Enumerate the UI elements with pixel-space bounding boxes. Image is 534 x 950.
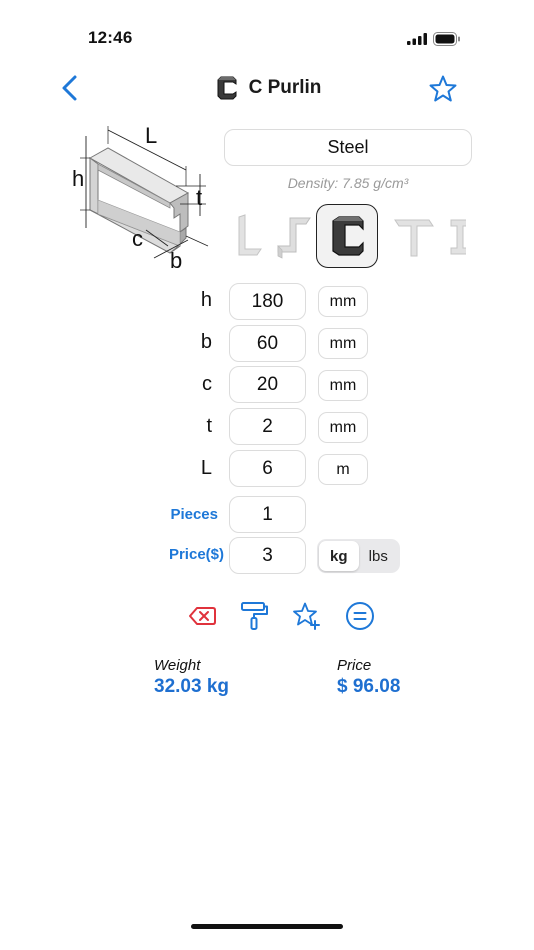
equals-icon <box>346 602 374 630</box>
diagram-label-t: t <box>196 185 202 210</box>
diagram-label-b: b <box>170 248 182 273</box>
price-input[interactable]: 3 <box>229 537 306 574</box>
i-beam-profile-icon <box>450 219 466 255</box>
weight-unit-kg[interactable]: kg <box>319 541 359 571</box>
angle-profile-icon <box>238 214 262 256</box>
input-b[interactable]: 60 <box>229 325 306 362</box>
diagram-label-h: h <box>72 166 84 191</box>
weight-unit-toggle[interactable]: kg lbs <box>317 539 400 573</box>
profile-z-purlin[interactable] <box>262 204 324 268</box>
clear-icon <box>189 607 216 625</box>
label-l: L <box>200 457 212 479</box>
purlin-dimension-diagram: L h t c b <box>72 123 209 273</box>
price-result-label: Price <box>337 657 372 674</box>
input-l[interactable]: 6 <box>229 450 306 487</box>
material-selector[interactable]: Steel <box>224 129 472 166</box>
input-h[interactable]: 180 <box>229 283 306 320</box>
label-c: c <box>202 373 212 395</box>
input-t[interactable]: 2 <box>229 408 306 445</box>
input-c[interactable]: 20 <box>229 366 306 403</box>
star-outline-icon <box>429 75 457 102</box>
pieces-input[interactable]: 1 <box>229 496 306 533</box>
weight-unit-lbs[interactable]: lbs <box>359 541 399 571</box>
profile-i-beam[interactable] <box>434 204 466 268</box>
label-h: h <box>200 289 212 311</box>
status-time: 12:46 <box>88 28 133 47</box>
profile-carousel[interactable] <box>222 204 466 268</box>
calculate-button[interactable] <box>345 601 375 631</box>
c-purlin-icon <box>217 76 237 100</box>
z-purlin-profile-icon <box>277 217 311 259</box>
paint-button[interactable] <box>240 601 270 631</box>
unit-l[interactable]: m <box>318 454 368 485</box>
unit-h[interactable]: mm <box>318 286 368 317</box>
unit-b[interactable]: mm <box>318 328 368 359</box>
weight-value: 32.03 kg <box>154 676 229 697</box>
label-t: t <box>206 415 212 437</box>
cellular-signal-icon <box>407 33 427 45</box>
paint-roller-icon <box>241 602 268 630</box>
price-label: Price($) <box>168 546 224 563</box>
label-b: b <box>200 331 212 353</box>
clear-button[interactable] <box>187 601 217 631</box>
page-title: C Purlin <box>248 77 322 98</box>
unit-t[interactable]: mm <box>318 412 368 443</box>
star-add-icon <box>293 602 320 630</box>
weight-label: Weight <box>154 657 201 674</box>
t-bar-profile-icon <box>394 219 434 257</box>
chevron-left-icon <box>62 75 77 101</box>
favorite-button[interactable] <box>428 74 458 104</box>
battery-icon <box>433 32 460 46</box>
unit-c[interactable]: mm <box>318 370 368 401</box>
back-button[interactable] <box>58 74 82 102</box>
c-purlin-profile-icon <box>332 216 364 256</box>
diagram-label-c: c <box>132 226 143 251</box>
home-indicator[interactable] <box>191 924 343 929</box>
density-text: Density: 7.85 g/cm³ <box>287 175 409 191</box>
add-favorite-button[interactable] <box>292 601 322 631</box>
diagram-label-l: L <box>145 123 157 148</box>
price-result-value: $ 96.08 <box>337 676 401 697</box>
pieces-label: Pieces <box>170 506 218 523</box>
profile-c-purlin[interactable] <box>316 204 378 268</box>
